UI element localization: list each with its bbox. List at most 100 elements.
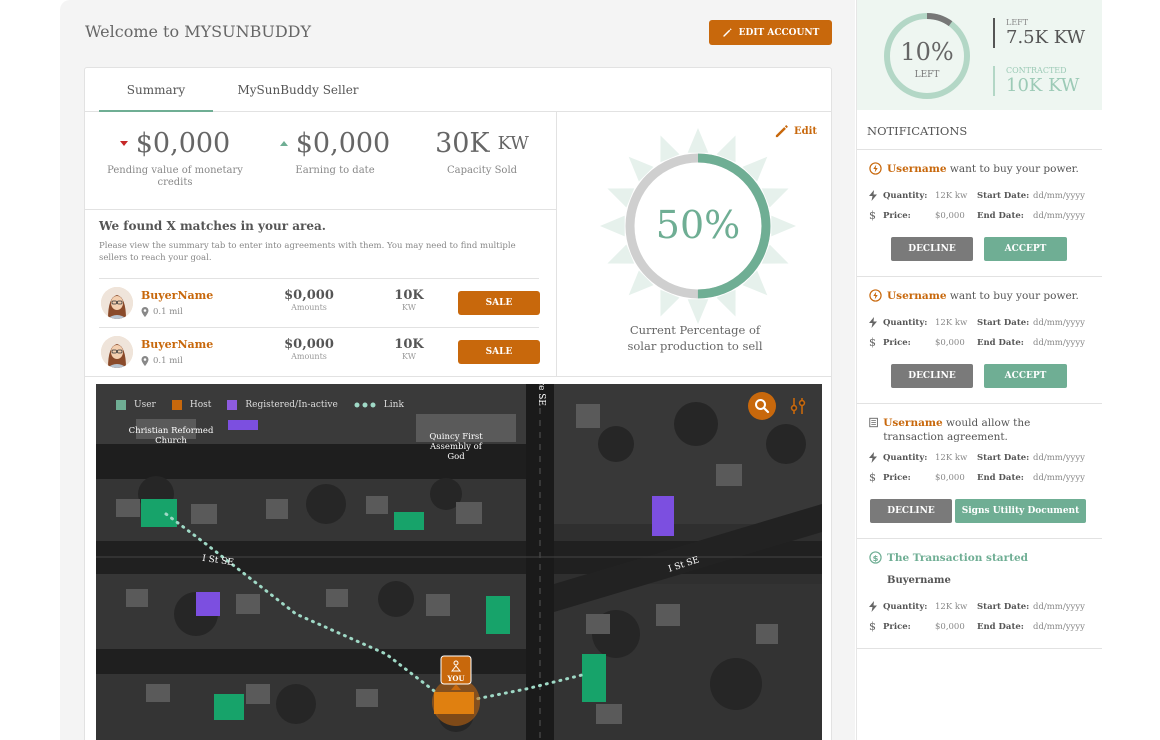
notification-title: The Transaction started bbox=[887, 552, 1029, 564]
notification-head: Username would allow the transaction agr… bbox=[869, 416, 1094, 444]
notification-user[interactable]: Username bbox=[887, 290, 947, 302]
lightning-icon bbox=[869, 317, 877, 328]
decline-button[interactable]: DECLINE bbox=[870, 499, 952, 523]
dashboard-main: Welcome to MYSUNBUDDY EDIT ACCOUNT Summa… bbox=[60, 0, 855, 740]
ring-label: LEFT bbox=[914, 70, 940, 80]
quantity-value: 12K kw bbox=[935, 601, 968, 612]
capacity-summary: 10% LEFT LEFT 7.5K KW CONTRACTED 10K KW bbox=[857, 0, 1102, 110]
kpi-value: 7.5K KW bbox=[1006, 27, 1086, 48]
sale-button[interactable]: SALE bbox=[458, 291, 540, 315]
price-label: Price: bbox=[883, 472, 911, 483]
notification-text: want to buy your power. bbox=[949, 290, 1079, 302]
quantity-label: Quantity: bbox=[883, 452, 928, 463]
satellite-map[interactable]: User Host Registered/In-active Link Chri… bbox=[96, 384, 822, 740]
avatar bbox=[101, 336, 133, 368]
match-kw: 10K KW bbox=[369, 288, 449, 312]
dashboard-card: Summary MySunBuddy Seller $0,000 Pending… bbox=[84, 67, 832, 740]
start-date-value: dd/mm/yyyy bbox=[1033, 601, 1085, 612]
distance-text: 0.1 mil bbox=[153, 356, 183, 366]
legend-label: Registered/In-active bbox=[245, 400, 338, 410]
end-date-value: dd/mm/yyyy bbox=[1033, 472, 1085, 483]
lightning-icon bbox=[869, 601, 877, 612]
end-date-value: dd/mm/yyyy bbox=[1033, 621, 1085, 632]
search-icon bbox=[755, 399, 770, 414]
dollar-circle-icon: $ bbox=[869, 551, 882, 564]
price-value: $0,000 bbox=[935, 337, 965, 348]
notification-user[interactable]: Username bbox=[887, 163, 947, 175]
amount-value: $0,000 bbox=[284, 288, 334, 303]
notification-detail: $ Price: $0,000 End Date: dd/mm/yyyy bbox=[869, 336, 1085, 349]
lightning-icon bbox=[869, 452, 877, 463]
price-label: Price: bbox=[883, 337, 911, 348]
notifications-title: NOTIFICATIONS bbox=[867, 124, 968, 138]
sale-button[interactable]: SALE bbox=[458, 340, 540, 364]
legend-label: Host bbox=[189, 400, 212, 410]
lightning-circle-icon bbox=[869, 289, 882, 302]
notification-detail: $ Price: $0,000 End Date: dd/mm/yyyy bbox=[869, 209, 1085, 222]
sun-ray bbox=[687, 299, 709, 324]
edit-account-button[interactable]: EDIT ACCOUNT bbox=[709, 20, 832, 45]
stat-pending-value: $0,000 Pending value of monetary credits bbox=[100, 128, 250, 189]
price-value: $0,000 bbox=[935, 210, 965, 221]
end-date-label: End Date: bbox=[977, 337, 1024, 348]
quantity-label: Quantity: bbox=[883, 317, 928, 328]
lightning-icon bbox=[869, 190, 877, 201]
notification-detail: Quantity: 12K kw Start Date: dd/mm/yyyy bbox=[869, 601, 1085, 612]
stat-label: Capacity Sold bbox=[446, 165, 518, 176]
end-date-label: End Date: bbox=[977, 210, 1024, 221]
dollar-icon: $ bbox=[869, 209, 876, 222]
amount-label: Amounts bbox=[291, 352, 327, 361]
you-marker-label[interactable]: YOU bbox=[442, 674, 470, 684]
place-label: Quincy First Assembly of God bbox=[429, 432, 483, 462]
map-filter-button[interactable] bbox=[784, 392, 812, 420]
page-title: Welcome to MYSUNBUDDY bbox=[85, 22, 312, 41]
signs-utility-document-button[interactable]: Signs Utility Document bbox=[955, 499, 1086, 523]
accept-button[interactable]: ACCEPT bbox=[984, 237, 1067, 261]
stat-capacity-sold: 30K KW Capacity Sold bbox=[407, 128, 557, 177]
amount-label: Amounts bbox=[291, 303, 327, 312]
gauge-caption: Current Percentage of solar production t… bbox=[627, 323, 763, 353]
kpi-left: LEFT 7.5K KW bbox=[993, 18, 1085, 48]
legend-swatch bbox=[116, 400, 126, 410]
tab-mysunbuddy-seller[interactable]: MySunBuddy Seller bbox=[225, 68, 371, 112]
buyer-name[interactable]: Buyername bbox=[887, 575, 951, 586]
quantity-value: 12K kw bbox=[935, 452, 968, 463]
stat-unit: KW bbox=[497, 133, 529, 154]
stat-label: Earning to date bbox=[295, 165, 375, 176]
start-date-value: dd/mm/yyyy bbox=[1033, 317, 1085, 328]
kpi-contracted: CONTRACTED 10K KW bbox=[993, 66, 1079, 96]
decline-button[interactable]: DECLINE bbox=[891, 364, 973, 388]
end-date-value: dd/mm/yyyy bbox=[1033, 210, 1085, 221]
accept-button[interactable]: ACCEPT bbox=[984, 364, 1067, 388]
document-icon bbox=[869, 417, 878, 428]
decline-button[interactable]: DECLINE bbox=[891, 237, 973, 261]
dollar-icon: $ bbox=[869, 620, 876, 633]
notification-user[interactable]: Username bbox=[883, 417, 943, 429]
notification-text: want to buy your power. bbox=[949, 163, 1079, 175]
stat-value: $0,000 bbox=[295, 128, 391, 159]
start-date-value: dd/mm/yyyy bbox=[1033, 452, 1085, 463]
notification-item: $ The Transaction started Buyername Quan… bbox=[857, 539, 1102, 649]
kw-value: 10K bbox=[394, 337, 424, 352]
buyer-name[interactable]: BuyerName bbox=[141, 289, 213, 302]
price-value: $0,000 bbox=[935, 621, 965, 632]
lightning-circle-icon bbox=[869, 162, 882, 175]
stat-label: Pending value of monetary credits bbox=[107, 165, 243, 188]
dollar-icon: $ bbox=[869, 336, 876, 349]
buyer-name[interactable]: BuyerName bbox=[141, 338, 213, 351]
kpi-label: LEFT bbox=[1006, 18, 1029, 27]
tab-summary[interactable]: Summary bbox=[99, 68, 213, 112]
divider bbox=[85, 376, 832, 377]
map-search-button[interactable] bbox=[748, 392, 776, 420]
buyer-distance: 0.1 mil bbox=[141, 356, 183, 366]
sun-ray bbox=[771, 215, 796, 237]
person-icon bbox=[450, 660, 462, 672]
kw-label: KW bbox=[402, 352, 416, 361]
price-value: $0,000 bbox=[935, 472, 965, 483]
start-date-label: Start Date: bbox=[977, 601, 1030, 612]
kw-value: 10K bbox=[394, 288, 424, 303]
matches-title: We found X matches in your area. bbox=[99, 219, 326, 233]
notification-item: Username want to buy your power. Quantit… bbox=[857, 150, 1102, 277]
kw-label: KW bbox=[402, 303, 416, 312]
price-label: Price: bbox=[883, 621, 911, 632]
